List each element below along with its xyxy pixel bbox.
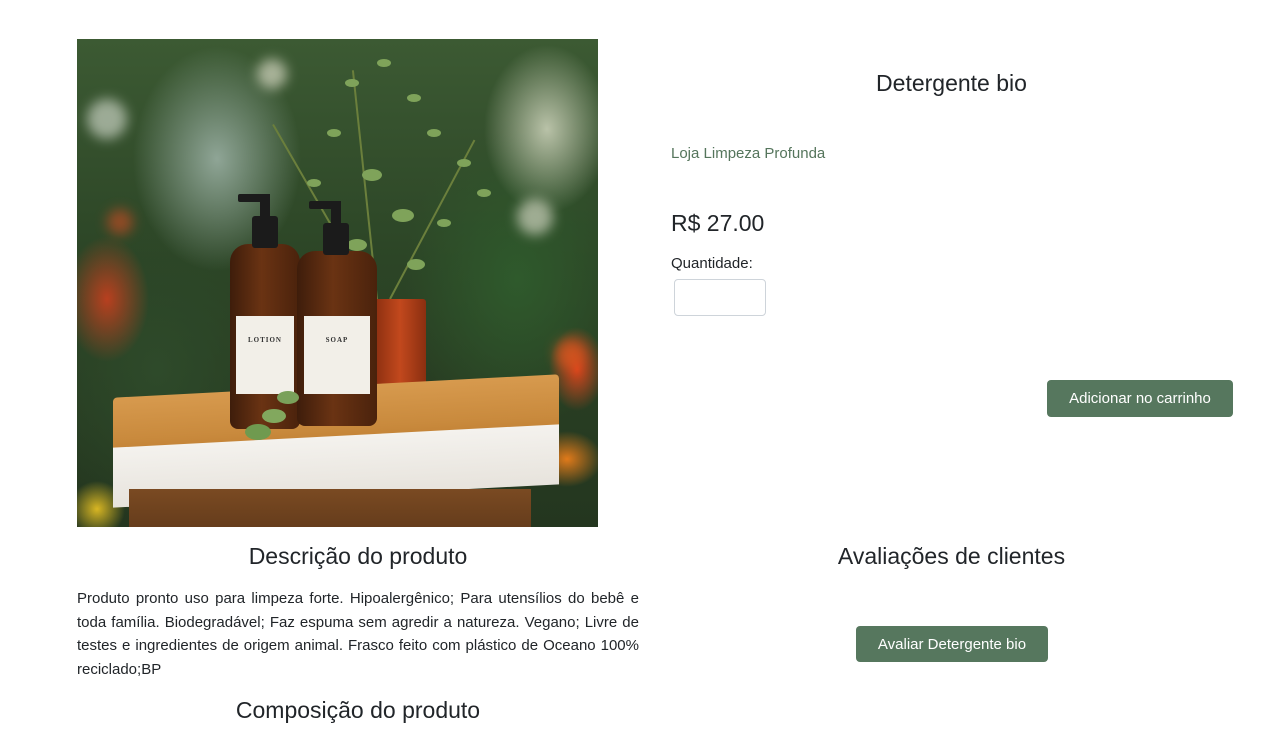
- product-image: LOTION SOAP: [77, 39, 598, 527]
- quantity-label: Quantidade:: [671, 255, 753, 272]
- bottle-label-right: SOAP: [325, 336, 349, 344]
- reviews-title: Avaliações de clientes: [837, 543, 1066, 569]
- add-to-cart-button[interactable]: Adicionar no carrinho: [1047, 380, 1233, 417]
- description-text: Produto pronto uso para limpeza forte. H…: [77, 590, 639, 678]
- rate-product-button[interactable]: Avaliar Detergente bio: [856, 626, 1048, 662]
- product-title: Detergente bio: [876, 70, 1027, 96]
- product-page: LOTION SOAP Detergente bio Loja Limpeza …: [0, 0, 1278, 734]
- bottle-label-left: LOTION: [247, 336, 282, 344]
- description-title: Descrição do produto: [248, 543, 468, 569]
- store-link[interactable]: Loja Limpeza Profunda: [671, 145, 825, 162]
- composition-title: Composição do produto: [235, 697, 481, 723]
- quantity-input[interactable]: [674, 279, 766, 316]
- product-price: R$ 27.00: [671, 210, 765, 236]
